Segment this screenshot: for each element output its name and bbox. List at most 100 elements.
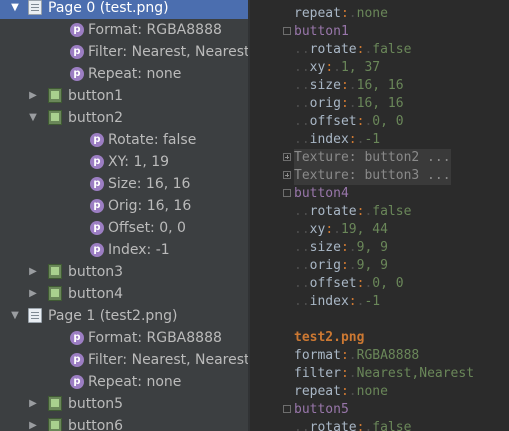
indent-dots: .. [294,276,310,291]
collapsed-arrow-icon[interactable]: ▶ [28,266,38,278]
folded-region[interactable]: Texture: button2 ... [294,149,451,167]
property-value: false [372,204,412,219]
editor-line[interactable]: format:.RGBA8888 [250,347,509,365]
editor-line[interactable]: filter:.Nearest,Nearest [250,365,509,383]
folded-region[interactable]: Texture: button3 ... [294,167,451,185]
tree-row[interactable]: p Format: RGBA8888 [0,19,248,41]
editor-line[interactable]: repeat:.none [250,383,509,401]
space-dot: . [333,60,341,75]
tree-item-label: button5 [68,396,124,412]
indent-dots: .. [294,42,310,57]
tree-row[interactable]: ▶ button6 [0,415,248,431]
editor-line[interactable]: ..size:.16, 16 [250,77,509,95]
fold-collapse-icon[interactable] [283,405,291,413]
fold-collapse-icon[interactable] [283,27,291,35]
code-text: ..rotate:.false [294,41,411,59]
space-dot: . [348,384,357,399]
page-file-icon [28,0,42,15]
region-image-icon [48,396,62,411]
property-value: RGBA8888 [356,348,420,363]
property-value: 0, 0 [372,114,404,129]
indent-dots: .. [294,96,310,111]
property-icon: p [70,331,84,345]
editor-line[interactable]: ..index:.-1 [250,131,509,149]
editor-line[interactable]: ..orig:.9, 9 [250,257,509,275]
tree-row[interactable]: ▶ button4 [0,283,248,305]
tree-row[interactable]: p Filter: Nearest, Nearest [0,41,248,63]
tree-row[interactable]: p Offset: 0, 0 [0,217,248,239]
collapsed-arrow-icon[interactable]: ▶ [28,90,38,102]
editor-line[interactable]: repeat:.none [250,5,509,23]
editor-line[interactable]: button4 [250,185,509,203]
fold-expand-icon[interactable] [283,153,291,161]
editor-line[interactable]: button5 [250,401,509,419]
editor-line[interactable]: Texture: button3 ... [250,167,509,185]
editor-line[interactable]: ..offset:.0, 0 [250,113,509,131]
space-dot: . [333,222,341,237]
editor-line[interactable]: button1 [250,23,509,41]
property-key: size [309,78,341,93]
tree-row[interactable]: ▼ button2 [0,107,248,129]
tree-row[interactable]: p Rotate: false [0,129,248,151]
editor-line[interactable]: ..xy:.19, 44 [250,221,509,239]
editor-line[interactable]: Texture: button2 ... [250,149,509,167]
property-value: 9, 9 [356,240,388,255]
atlas-tree-panel[interactable]: ▼ Page 0 (test.png) p Format: RGBA8888 p Filt… [0,0,248,431]
editor-line[interactable]: ..offset:.0, 0 [250,275,509,293]
editor-line[interactable]: ..size:.9, 9 [250,239,509,257]
property-icon: p [90,221,104,235]
code-text: ..rotate:.false [294,203,411,221]
tree-item-label: XY: 1, 19 [108,154,170,170]
tree-row[interactable]: p Orig: 16, 16 [0,195,248,217]
collapsed-arrow-icon[interactable]: ▶ [28,420,38,431]
editor-line[interactable]: ..index:.-1 [250,293,509,311]
code-text: ..rotate:.false [294,419,411,431]
tree-row[interactable]: p XY: 1, 19 [0,151,248,173]
property-key: index [309,132,349,147]
tree-row[interactable]: p Size: 16, 16 [0,173,248,195]
indent-dots: .. [294,294,310,309]
fold-collapse-icon[interactable] [283,189,291,197]
tree-row[interactable]: ▶ button5 [0,393,248,415]
tree-row[interactable]: ▶ button1 [0,85,248,107]
page-file-icon [28,308,42,323]
editor-line[interactable]: ..rotate:.false [250,203,509,221]
indent-dots: .. [294,132,310,147]
tree-item-label: Page 0 (test.png) [48,0,169,16]
collapsed-arrow-icon[interactable]: ▶ [28,288,38,300]
fold-expand-icon[interactable] [283,171,291,179]
tree-item-label: Repeat: none [88,66,182,82]
property-icon: p [90,133,104,147]
space-dot: . [348,96,357,111]
collapsed-arrow-icon[interactable]: ▶ [28,398,38,410]
expanded-arrow-icon[interactable]: ▼ [10,310,20,322]
editor-line[interactable]: test2.png [250,329,509,347]
region-image-icon [48,88,62,103]
editor-line[interactable] [250,311,509,329]
atlas-text-editor[interactable]: repeat:.none button1 ..rotate:.false ..xy:.… [250,0,509,431]
tree-row[interactable]: ▼ Page 1 (test2.png) [0,305,248,327]
tree-row[interactable]: ▶ button3 [0,261,248,283]
editor-line[interactable]: ..xy:.1, 37 [250,59,509,77]
tree-row[interactable]: p Index: -1 [0,239,248,261]
tree-item-label: button3 [68,264,124,280]
code-text: ..orig:.9, 9 [294,257,388,275]
editor-line[interactable]: ..rotate:.false [250,419,509,431]
tree-row[interactable]: p Filter: Nearest, Nearest [0,349,248,371]
code-text: ..offset:.0, 0 [294,113,404,131]
tree-row[interactable]: p Repeat: none [0,63,248,85]
property-icon: p [70,353,84,367]
tree-row[interactable]: ▼ Page 0 (test.png) [0,0,248,19]
editor-line[interactable]: ..rotate:.false [250,41,509,59]
property-icon: p [70,375,84,389]
editor-line[interactable]: ..orig:.16, 16 [250,95,509,113]
property-value: none [356,6,388,21]
tree-item-label: Page 1 (test2.png) [48,308,178,324]
expanded-arrow-icon[interactable]: ▼ [10,2,20,14]
code-text: button1 [294,24,349,39]
indent-dots: .. [294,78,310,93]
expanded-arrow-icon[interactable]: ▼ [28,112,38,124]
tree-row[interactable]: p Repeat: none [0,371,248,393]
tree-row[interactable]: p Format: RGBA8888 [0,327,248,349]
indent-dots: .. [294,240,310,255]
